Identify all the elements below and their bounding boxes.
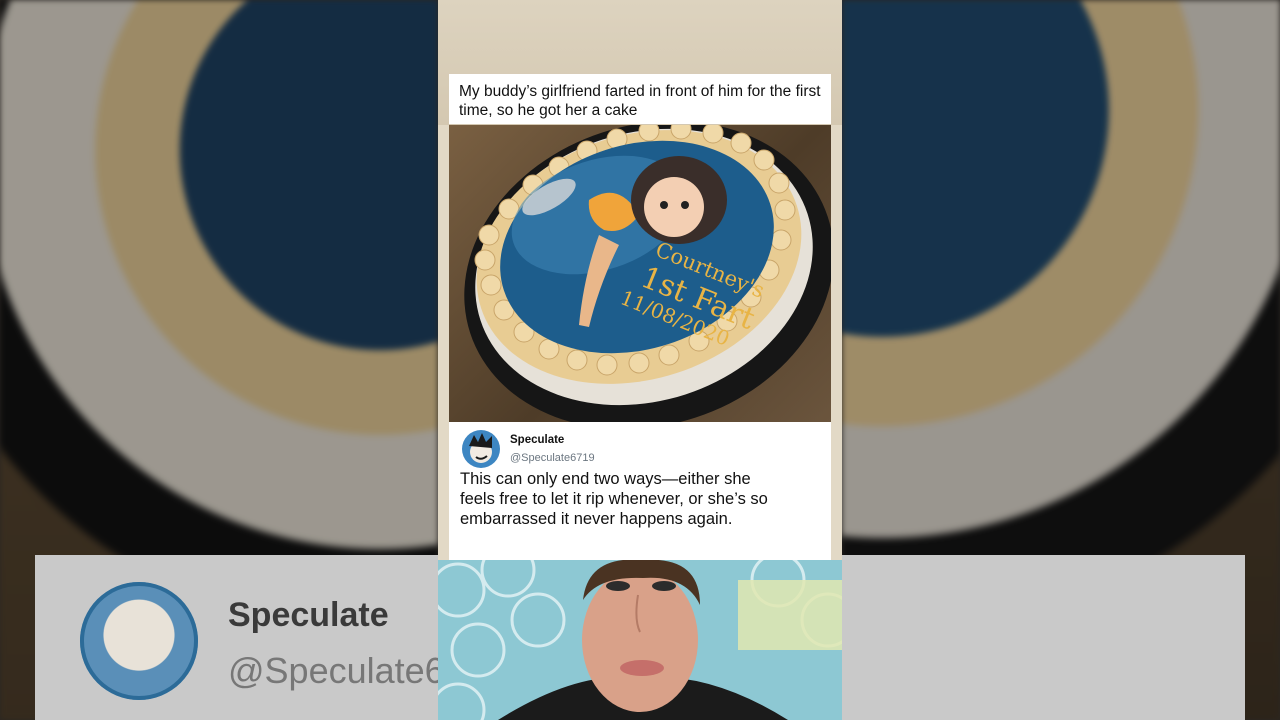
tweet-body: This can only end two ways—either she fe…: [460, 470, 768, 528]
video-frame: My buddy’s girlfriend farted in front of…: [438, 0, 842, 720]
post-caption: My buddy’s girlfriend farted in front of…: [449, 74, 831, 124]
tweet-card: Speculate @Speculate6719 This can only e…: [449, 422, 831, 560]
blurred-tweet-handle: @Speculate6: [228, 650, 445, 691]
avatar-icon: [462, 430, 500, 468]
blurred-tweet-card-right: [842, 555, 1245, 720]
tweet-author-handle: @Speculate6719: [510, 452, 595, 464]
webcam-overlay: [438, 560, 842, 720]
person-face: [438, 560, 842, 720]
cake-photo: Courtney's 1st Fart 11/08/2020: [449, 125, 831, 422]
cake-illustration: Courtney's 1st Fart 11/08/2020: [464, 125, 831, 422]
blurred-avatar-icon: [80, 582, 198, 700]
blurred-tweet-name: Speculate: [228, 596, 389, 634]
tweet-author-name: Speculate: [510, 434, 565, 446]
